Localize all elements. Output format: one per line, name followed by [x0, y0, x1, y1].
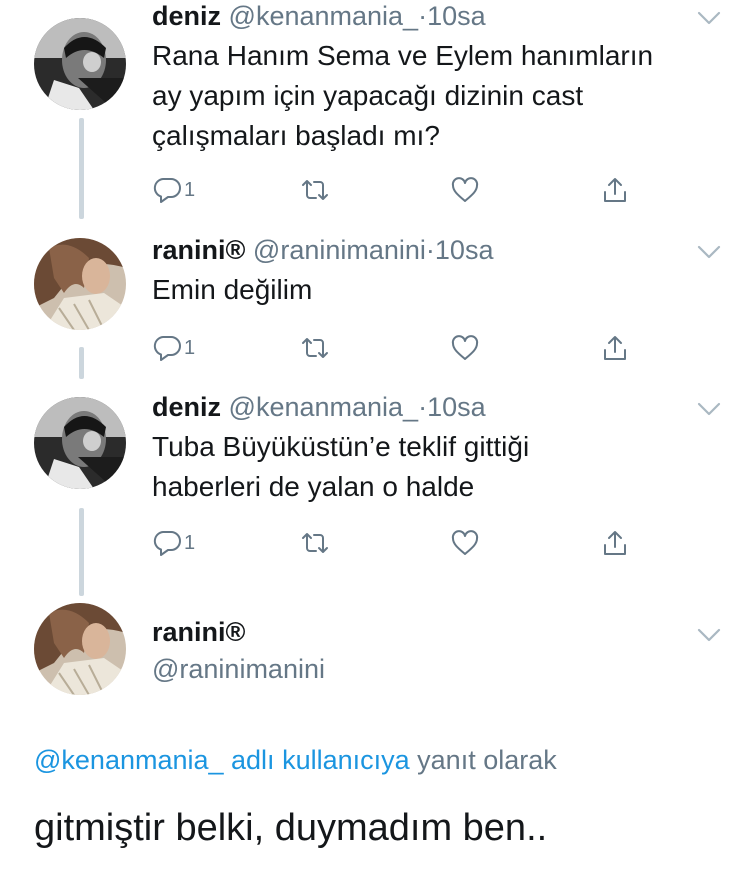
- like-button[interactable]: [450, 526, 480, 560]
- tweet-text: Tuba Büyüküstün’e teklif gittiği haberle…: [152, 427, 722, 507]
- avatar[interactable]: [34, 238, 126, 330]
- timestamp[interactable]: 10sa: [427, 1, 486, 31]
- tweet-text-line: Emin değilim: [152, 274, 313, 305]
- chevron-down-icon[interactable]: [695, 626, 723, 644]
- separator: ·: [425, 235, 435, 265]
- like-icon: [451, 530, 479, 555]
- tweet-actions: 1: [152, 331, 642, 365]
- reply-icon: [153, 531, 181, 556]
- tweet-text-line: Tuba Büyüküstün’e teklif gittiği: [152, 431, 530, 462]
- tweet-actions: 1: [152, 173, 642, 207]
- like-icon: [451, 177, 479, 202]
- tweet-text-line: çalışmaları başladı mı?: [152, 120, 440, 151]
- thread-line: [79, 508, 84, 596]
- tweet-text: Rana Hanım Sema ve Eylem hanımların ay y…: [152, 36, 722, 156]
- share-icon: [604, 531, 626, 555]
- tweet-text-line: haberleri de yalan o halde: [152, 471, 475, 502]
- tweet-actions: 1: [152, 526, 642, 560]
- avatar[interactable]: [34, 18, 126, 110]
- separator: ·: [418, 1, 428, 31]
- tweet-header: deniz @kenanmania_·10sa: [152, 392, 486, 422]
- retweet-icon: [302, 338, 328, 358]
- thread-line: [79, 118, 84, 219]
- reply-count: 1: [184, 178, 196, 201]
- author-handle[interactable]: @kenanmania_: [229, 1, 419, 31]
- thread-line: [79, 347, 84, 379]
- author-handle[interactable]: @raninimanini: [152, 654, 325, 685]
- share-icon: [604, 336, 626, 360]
- focused-tweet-text: gitmiştir belki, duymadım ben..: [34, 807, 548, 849]
- author-name[interactable]: ranini®: [152, 235, 245, 265]
- author-handle[interactable]: @raninimanini: [253, 235, 426, 265]
- reply-button[interactable]: 1: [152, 331, 195, 365]
- author-name[interactable]: deniz: [152, 392, 221, 422]
- replying-to-label: yanıt olarak: [417, 745, 557, 775]
- tweet-header: deniz @kenanmania_·10sa: [152, 1, 486, 31]
- share-button[interactable]: [600, 331, 630, 365]
- avatar[interactable]: [34, 397, 126, 489]
- tweet-text-line: ay yapım için yapacağı dizinin cast: [152, 80, 584, 111]
- reply-icon: [153, 178, 181, 203]
- reply-button[interactable]: 1: [152, 173, 195, 207]
- share-icon: [604, 178, 626, 202]
- separator: ·: [418, 392, 428, 422]
- tweet-text: Emin değilim: [152, 270, 722, 310]
- retweet-button[interactable]: [300, 526, 330, 560]
- like-button[interactable]: [450, 331, 480, 365]
- reply-button[interactable]: 1: [152, 526, 195, 560]
- replying-to: @kenanmania_ adlı kullanıcıya yanıt olar…: [34, 745, 557, 776]
- author-name[interactable]: ranini®: [152, 617, 245, 648]
- share-button[interactable]: [600, 173, 630, 207]
- like-button[interactable]: [450, 173, 480, 207]
- like-icon: [451, 335, 479, 360]
- reply-count: 1: [184, 336, 196, 359]
- reply-icon: [153, 336, 181, 361]
- tweet-text-line: Rana Hanım Sema ve Eylem hanımların: [152, 40, 654, 71]
- retweet-icon: [302, 533, 328, 553]
- chevron-down-icon[interactable]: [695, 400, 723, 418]
- retweet-icon: [302, 180, 328, 200]
- author-handle[interactable]: @kenanmania_: [229, 392, 419, 422]
- retweet-button[interactable]: [300, 331, 330, 365]
- timestamp[interactable]: 10sa: [435, 235, 494, 265]
- share-button[interactable]: [600, 526, 630, 560]
- reply-count: 1: [184, 531, 196, 554]
- replying-to-link[interactable]: @kenanmania_ adlı kullanıcıya: [34, 745, 410, 775]
- chevron-down-icon[interactable]: [695, 243, 723, 261]
- retweet-button[interactable]: [300, 173, 330, 207]
- chevron-down-icon[interactable]: [695, 9, 723, 27]
- author-name[interactable]: deniz: [152, 1, 221, 31]
- tweet-header: ranini® @raninimanini·10sa: [152, 235, 493, 265]
- avatar[interactable]: [34, 603, 126, 695]
- timestamp[interactable]: 10sa: [427, 392, 486, 422]
